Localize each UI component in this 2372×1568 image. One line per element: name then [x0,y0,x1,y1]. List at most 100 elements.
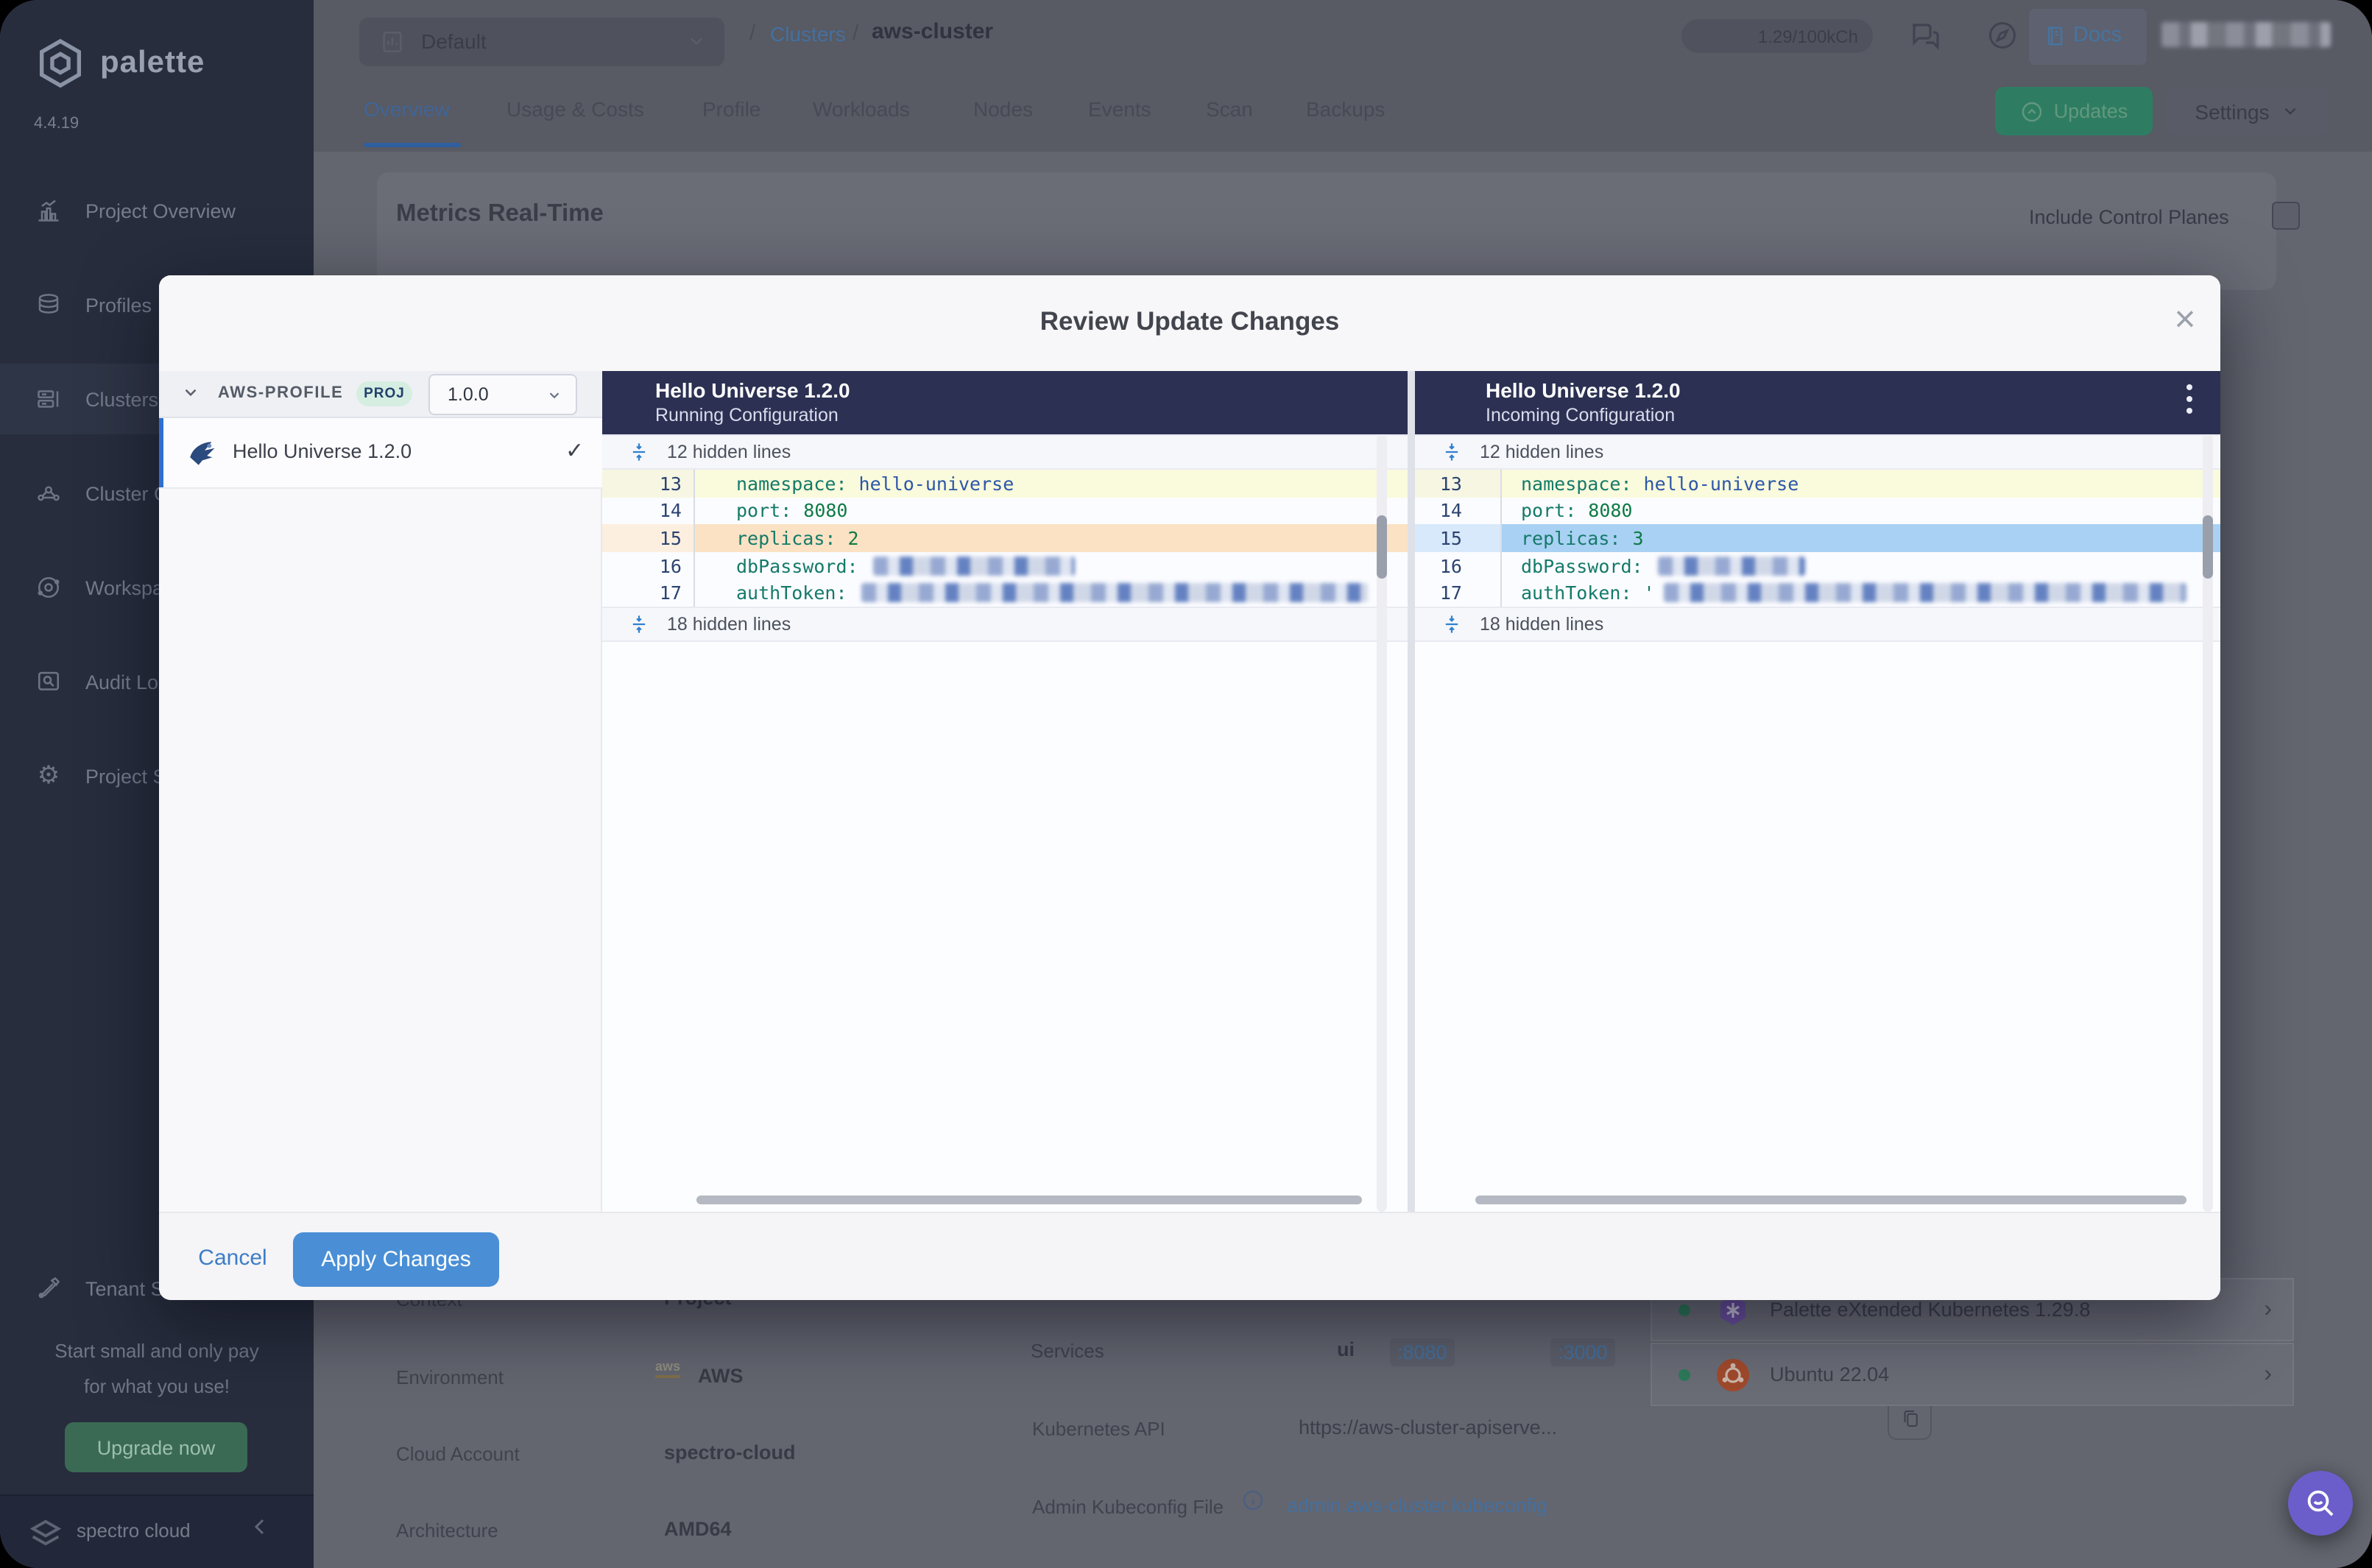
promo-text-line1: Start small and only pay [54,1340,259,1362]
hidden-lines-label: 12 hidden lines [1480,442,1604,462]
code-line: 17 authToken: [602,579,1408,607]
docs-button[interactable]: Docs [2029,9,2147,65]
horizontal-scrollbar[interactable] [696,1196,1362,1204]
collapse-chevron-icon[interactable] [247,1514,274,1540]
cancel-button[interactable]: Cancel [188,1237,277,1278]
status-dot [1679,1369,1690,1380]
upgrade-button[interactable]: Upgrade now [65,1422,247,1472]
chevron-right-icon: › [2264,1361,2272,1386]
line-number: 17 [602,579,695,607]
detail-label: Cloud Account [396,1443,520,1465]
docs-label: Docs [2073,24,2122,47]
service-port-link[interactable]: :8080 [1390,1338,1455,1366]
panel-subtitle: Running Configuration [655,405,839,425]
breadcrumb-link-clusters[interactable]: Clusters [770,22,846,46]
scope-badge: PROJ [356,381,412,406]
pack-row[interactable]: Ubuntu 22.04 › [1651,1343,2294,1406]
compass-icon[interactable] [1986,19,2019,52]
server-icon [35,386,62,412]
yaml-value: 8080 [1588,499,1633,522]
circle-up-icon [2020,99,2044,123]
include-control-planes-checkbox[interactable] [2272,202,2300,230]
active-tab-underline [364,143,461,147]
services-label: Services [1031,1340,1104,1362]
magnifier-smile-icon [2303,1486,2338,1521]
kubernetes-api-value: https://aws-cluster-apiserve... [1299,1416,1558,1438]
tab-workloads[interactable]: Workloads [813,97,910,121]
line-number: 15 [1415,524,1502,552]
service-name: ui [1337,1338,1355,1360]
yaml-value: 8080 [803,499,848,522]
yaml-key: port: [736,499,792,522]
updates-button[interactable]: Updates [1995,87,2153,135]
running-config-editor: 12 hidden lines 13 namespace: hello-unive… [602,434,1408,1212]
selected-accent-bar [159,418,163,487]
settings-button[interactable]: Settings [2166,87,2329,135]
redacted-value [872,556,1075,576]
tab-scan[interactable]: Scan [1206,97,1253,121]
kebab-menu-icon[interactable] [2186,384,2192,414]
sidebar-item-project-overview[interactable]: Project Overview [0,186,314,236]
tab-overview[interactable]: Overview [364,97,450,121]
service-port-link[interactable]: :3000 [1550,1338,1615,1366]
panel-subtitle: Incoming Configuration [1486,405,1676,425]
sidebar-item-label: Profiles [85,294,152,316]
yaml-value: ' [1643,582,1655,604]
close-icon[interactable]: × [2159,293,2212,346]
tab-profile[interactable]: Profile [702,97,760,121]
vertical-scrollbar-thumb[interactable] [2203,515,2213,579]
sidebar-item-label: Clusters [85,388,159,410]
code-line: 13 namespace: hello-universe [602,470,1408,498]
help-widget-button[interactable] [2288,1471,2353,1536]
panel-divider [1408,371,1415,1212]
line-number: 14 [602,497,695,525]
code-line: 14 port: 8080 [1415,497,2220,525]
chevron-down-icon [546,386,562,403]
horizontal-scrollbar[interactable] [1475,1196,2186,1204]
code-line-added: 15 replicas: 3 [1415,524,2220,552]
hidden-lines-expander[interactable]: 12 hidden lines [1415,434,2220,470]
project-selector[interactable]: Default [359,18,724,66]
hidden-lines-expander[interactable]: 18 hidden lines [602,606,1408,642]
unfold-icon [1441,442,1462,462]
metrics-card [377,172,2276,290]
hidden-lines-expander[interactable]: 12 hidden lines [602,434,1408,470]
footer-brand: spectro cloud [77,1519,191,1541]
unfold-icon [629,442,649,462]
breadcrumb-separator: / [749,21,756,46]
tab-events[interactable]: Events [1088,97,1151,121]
aws-logo: aws [655,1359,681,1378]
brand-version: 4.4.19 [34,115,80,133]
vertical-scrollbar-thumb[interactable] [1377,515,1387,579]
brand-name: palette [100,46,205,80]
updates-label: Updates [2053,100,2128,122]
check-icon: ✓ [565,439,585,464]
panel-title: Hello Universe 1.2.0 [655,378,850,402]
profile-section-header[interactable]: AWS-PROFILE PROJ 1.0.0 [159,371,602,418]
palette-app: Default / Clusters / aws-cluster 1.29/10… [0,0,2372,1568]
code-line: 13 namespace: hello-universe [1415,470,2220,498]
pack-list-item-selected[interactable]: Hello Universe 1.2.0 ✓ [159,418,602,489]
layers-icon [35,292,62,318]
tab-usage-costs[interactable]: Usage & Costs [506,97,644,121]
profile-version-select[interactable]: 1.0.0 [428,374,577,415]
audit-magnifier-icon [35,668,62,695]
credits-meter: 1.29/100kCh [1681,19,1873,53]
unfold-icon [629,614,649,635]
code-line-removed: 15 replicas: 2 [602,524,1408,552]
user-name-redacted[interactable] [2161,22,2331,47]
yaml-key: namespace: [736,472,847,495]
tab-backups[interactable]: Backups [1306,97,1385,121]
tab-nodes[interactable]: Nodes [973,97,1033,121]
pack-name: Palette eXtended Kubernetes 1.29.8 [1770,1299,2091,1321]
network-icon [35,480,62,506]
hidden-lines-expander[interactable]: 18 hidden lines [1415,606,2220,642]
kubeconfig-link[interactable]: admin.aws-cluster.kubeconfig [1287,1494,1547,1516]
orbit-icon [35,574,62,601]
yaml-key: replicas: [736,526,836,549]
chat-icon[interactable] [1907,18,1942,53]
apply-changes-button[interactable]: Apply Changes [293,1232,499,1287]
hidden-lines-label: 18 hidden lines [1480,613,1604,635]
detail-label: Architecture [396,1519,498,1541]
project-selector-label: Default [421,29,487,53]
